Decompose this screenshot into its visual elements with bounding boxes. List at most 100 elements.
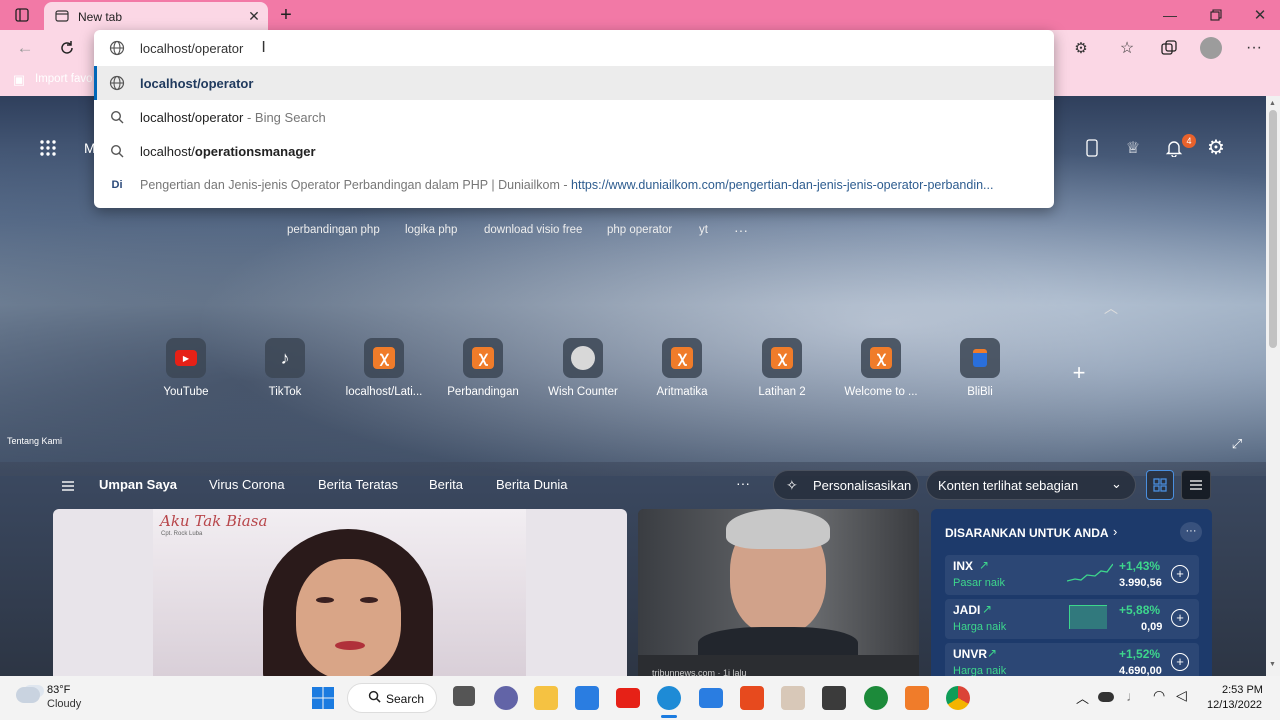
feed-tab[interactable]: Berita Teratas bbox=[318, 477, 398, 492]
taskbar-search[interactable]: Search bbox=[347, 683, 437, 713]
shortcut-tile[interactable]: ꭓ Latihan 2 bbox=[737, 338, 827, 398]
weather-temp[interactable]: 83°F bbox=[47, 684, 70, 696]
scrollbar-thumb[interactable] bbox=[1269, 110, 1277, 348]
grid-view-button[interactable] bbox=[1146, 470, 1174, 500]
stock-row[interactable]: INX ↗ Pasar naik +1,43% 3.990,56 bbox=[945, 555, 1199, 595]
add-shortcut-button[interactable]: + bbox=[1068, 360, 1090, 385]
refresh-button[interactable] bbox=[56, 38, 78, 58]
youtube-app-icon[interactable] bbox=[616, 688, 640, 708]
apps-launcher-icon[interactable] bbox=[38, 138, 58, 158]
scroll-up-arrow[interactable]: ▲ bbox=[1269, 100, 1276, 107]
page-scrollbar[interactable]: ▲ ▼ bbox=[1266, 96, 1280, 676]
windows-start-icon[interactable] bbox=[311, 686, 335, 710]
address-bar[interactable]: localhost/operator I bbox=[94, 30, 1054, 66]
wifi-icon[interactable]: ◠ bbox=[1153, 687, 1165, 704]
shortcut-tile[interactable]: ♪ TikTok bbox=[240, 338, 330, 398]
microphone-icon[interactable]: ♩ bbox=[1126, 688, 1140, 704]
file-explorer-icon[interactable] bbox=[534, 686, 558, 710]
mail-icon[interactable] bbox=[699, 688, 723, 708]
mobile-icon[interactable] bbox=[1082, 138, 1102, 158]
task-view-icon[interactable] bbox=[453, 686, 475, 706]
microsoft-start-label[interactable]: M bbox=[84, 140, 96, 156]
about-link[interactable]: Tentang Kami bbox=[7, 436, 62, 446]
shortcut-tile[interactable]: ꭓ localhost/Lati... bbox=[339, 338, 429, 398]
onedrive-icon[interactable] bbox=[1098, 692, 1114, 702]
edge-icon[interactable] bbox=[657, 686, 681, 710]
suggestion-item[interactable]: localhost/operationsmanager bbox=[94, 134, 1054, 168]
trending-chip[interactable]: download visio free bbox=[484, 224, 582, 236]
stock-symbol: INX bbox=[953, 559, 974, 573]
stock-row[interactable]: UNVR ↗ Harga naik +1,52% 4.690,00 bbox=[945, 643, 1199, 676]
store-icon[interactable] bbox=[575, 686, 599, 710]
stock-price: 4.690,00 bbox=[1119, 665, 1162, 676]
widget-more-button[interactable]: ··· bbox=[1180, 522, 1202, 542]
add-stock-button[interactable]: + bbox=[1171, 609, 1189, 627]
teams-chat-icon[interactable] bbox=[494, 686, 518, 710]
shortcut-label: Perbandingan bbox=[447, 386, 519, 398]
clock-date[interactable]: 12/13/2022 bbox=[1207, 699, 1262, 711]
chevron-right-icon[interactable]: › bbox=[1113, 524, 1117, 539]
new-tab-button[interactable]: + bbox=[276, 4, 296, 26]
suggestion-item[interactable]: Di Pengertian dan Jenis-jenis Operator P… bbox=[94, 168, 1054, 202]
favorites-icon[interactable]: ☆ bbox=[1116, 38, 1138, 58]
add-stock-button[interactable]: + bbox=[1171, 565, 1189, 583]
shortcut-tile[interactable]: BliBli bbox=[935, 338, 1025, 398]
news-card-featured[interactable]: Aku Tak Biasa Cpt. Rock Luba bbox=[53, 509, 627, 676]
suggestion-item[interactable]: localhost/operator bbox=[94, 66, 1054, 100]
tab-actions-icon[interactable] bbox=[12, 6, 32, 24]
content-visibility-select[interactable]: Konten terlihat sebagian ⌄ bbox=[926, 470, 1136, 500]
shortcut-tile[interactable]: ꭓ Aritmatika bbox=[637, 338, 727, 398]
feed-tab[interactable]: Berita bbox=[429, 477, 463, 492]
address-input[interactable]: localhost/operator bbox=[140, 41, 243, 56]
stock-row[interactable]: JADI ↗ Harga naik +5,88% 0,09 bbox=[945, 599, 1199, 639]
feed-tab[interactable]: Berita Dunia bbox=[496, 477, 568, 492]
news-card[interactable]: tribunnews.com · 1j lalu bbox=[638, 509, 919, 676]
feed-tab-my-feed[interactable]: Umpan Saya bbox=[99, 477, 177, 492]
chips-more-button[interactable]: ··· bbox=[734, 222, 748, 238]
trending-chip[interactable]: yt bbox=[699, 224, 708, 236]
app-icon[interactable] bbox=[864, 686, 888, 710]
stocks-widget: DISARANKAN UNTUK ANDA › ··· INX ↗ Pasar … bbox=[931, 509, 1212, 676]
hamburger-menu-icon[interactable] bbox=[60, 478, 76, 494]
suggestion-item[interactable]: localhost/operator - Bing Search bbox=[94, 100, 1054, 134]
add-stock-button[interactable]: + bbox=[1171, 653, 1189, 671]
import-favorites-link[interactable]: Import favo bbox=[35, 73, 93, 85]
shortcut-tile[interactable]: ꭓ Perbandingan bbox=[438, 338, 528, 398]
maximize-button[interactable] bbox=[1206, 6, 1226, 24]
tab-new-tab[interactable]: New tab ✕ bbox=[44, 2, 268, 30]
feed-more-button[interactable]: ··· bbox=[736, 475, 750, 491]
chrome-icon[interactable] bbox=[946, 686, 970, 710]
sublime-text-icon[interactable] bbox=[822, 686, 846, 710]
scroll-down-arrow[interactable]: ▼ bbox=[1269, 661, 1276, 668]
list-view-button[interactable] bbox=[1181, 470, 1211, 500]
minimize-button[interactable]: — bbox=[1160, 6, 1180, 24]
expand-icon[interactable]: ⤢ bbox=[1228, 436, 1246, 452]
import-icon: ▣ bbox=[12, 72, 26, 87]
volume-icon[interactable]: ◁ bbox=[1176, 687, 1187, 704]
app-icon[interactable] bbox=[781, 686, 805, 710]
xampp-app-icon[interactable] bbox=[905, 686, 929, 710]
feed-tab[interactable]: Virus Corona bbox=[209, 477, 285, 492]
extensions-icon[interactable]: ⚙ bbox=[1070, 38, 1092, 58]
chevron-up-icon[interactable]: ︿ bbox=[1076, 688, 1089, 707]
trending-chip[interactable]: logika php bbox=[405, 224, 457, 236]
shortcut-tile[interactable]: Wish Counter bbox=[538, 338, 628, 398]
close-window-button[interactable]: ✕ bbox=[1250, 6, 1270, 24]
office-icon[interactable] bbox=[740, 686, 764, 710]
stocks-title[interactable]: DISARANKAN UNTUK ANDA bbox=[945, 526, 1109, 540]
clock-time[interactable]: 2:53 PM bbox=[1222, 684, 1263, 696]
personalize-button[interactable]: ✧ Personalisasikan bbox=[773, 470, 919, 500]
trending-chip[interactable]: perbandingan php bbox=[287, 224, 380, 236]
collections-icon[interactable] bbox=[1158, 38, 1180, 58]
shortcut-tile[interactable]: ▶ YouTube bbox=[141, 338, 231, 398]
back-button[interactable]: ← bbox=[14, 38, 36, 58]
page-settings-icon[interactable]: ⚙ bbox=[1204, 136, 1228, 159]
trending-chip[interactable]: php operator bbox=[607, 224, 672, 236]
weather-condition[interactable]: Cloudy bbox=[47, 698, 81, 710]
collapse-chevron-icon[interactable]: ︿ bbox=[1102, 300, 1120, 316]
settings-more-icon[interactable]: ··· bbox=[1243, 38, 1265, 58]
profile-avatar[interactable] bbox=[1200, 37, 1222, 59]
rewards-icon[interactable]: ♕ bbox=[1122, 138, 1144, 158]
shortcut-tile[interactable]: ꭓ Welcome to ... bbox=[836, 338, 926, 398]
close-tab-icon[interactable]: ✕ bbox=[246, 8, 262, 24]
